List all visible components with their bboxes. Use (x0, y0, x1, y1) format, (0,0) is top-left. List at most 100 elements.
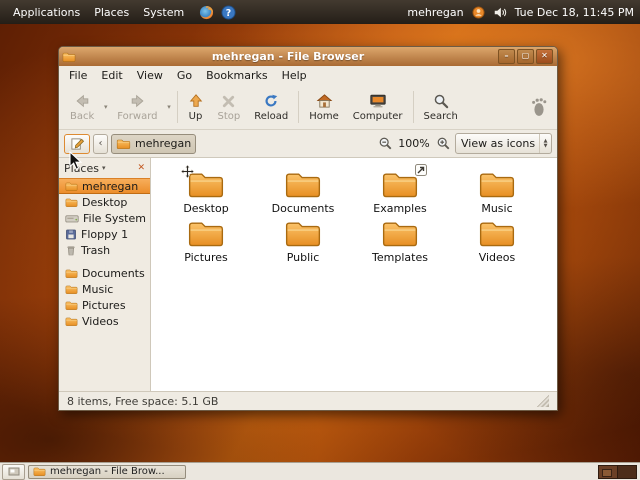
sidebar-label: Videos (82, 314, 119, 328)
places-header-dropdown[interactable]: Places (64, 162, 99, 175)
close-button[interactable]: ✕ (536, 49, 553, 64)
menubar: File Edit View Go Bookmarks Help (59, 66, 557, 85)
up-button[interactable]: Up (181, 86, 211, 128)
dropdown-steppers-icon: ▲ ▼ (539, 134, 551, 153)
sidebar-item-music[interactable]: Music (59, 281, 150, 297)
breadcrumb-mehregan-button[interactable]: mehregan (111, 133, 197, 154)
home-label: Home (309, 111, 339, 122)
search-button[interactable]: Search (417, 86, 465, 128)
resize-grip[interactable] (537, 395, 549, 407)
sidebar-item-documents[interactable]: Documents (59, 265, 150, 281)
workspace-2[interactable] (617, 465, 636, 478)
file-templates[interactable]: Templates (357, 218, 443, 264)
firefox-launcher-icon[interactable] (199, 5, 214, 20)
menu-bookmarks[interactable]: Bookmarks (199, 67, 274, 84)
status-text: 8 items, Free space: 5.1 GB (67, 394, 219, 408)
back-icon (74, 92, 91, 110)
workspace-1[interactable] (599, 465, 617, 478)
forward-dropdown-icon[interactable]: ▾ (165, 86, 174, 128)
show-desktop-button[interactable] (2, 463, 25, 480)
stop-label: Stop (217, 111, 241, 122)
sidebar-label: Music (82, 282, 114, 296)
sidebar-item-videos[interactable]: Videos (59, 313, 150, 329)
zoom-level[interactable]: 100% (397, 137, 431, 150)
file-music[interactable]: Music (454, 169, 540, 215)
file-examples[interactable]: Examples (357, 164, 443, 215)
home-button[interactable]: Home (302, 86, 346, 128)
taskbar-window-button[interactable]: mehregan - File Brow... (28, 464, 186, 479)
menu-system[interactable]: System (136, 3, 191, 22)
file-browser-window: mehregan - File Browser – ▢ ✕ File Edit … (58, 46, 558, 411)
file-label: Pictures (184, 251, 228, 264)
computer-button[interactable]: Computer (346, 86, 410, 128)
gnome-throbber-icon (529, 86, 553, 128)
places-dropdown-arrow-icon[interactable]: ▾ (102, 164, 106, 172)
window-titlebar[interactable]: mehregan - File Browser – ▢ ✕ (59, 47, 557, 66)
sidebar-item-floppy[interactable]: Floppy 1 (59, 226, 150, 242)
sidebar-label: mehregan (82, 179, 139, 193)
file-label: Documents (271, 202, 335, 215)
back-button[interactable]: Back (63, 86, 101, 128)
menu-places[interactable]: Places (87, 3, 136, 22)
back-dropdown-icon[interactable]: ▾ (101, 86, 110, 128)
toolbar-separator (412, 91, 414, 123)
view-mode-dropdown[interactable]: View as icons ▲ ▼ (455, 133, 552, 154)
menu-applications[interactable]: Applications (6, 3, 87, 22)
file-view[interactable]: Desktop Documents Examples Music Picture… (151, 158, 557, 391)
search-icon (433, 92, 449, 110)
up-icon (188, 92, 204, 110)
file-label: Music (481, 202, 513, 215)
menu-go[interactable]: Go (170, 67, 199, 84)
breadcrumb-scroll-left-button[interactable]: ‹ (93, 133, 108, 154)
forward-button[interactable]: Forward (110, 86, 164, 128)
file-pictures[interactable]: Pictures (163, 218, 249, 264)
reload-icon (263, 92, 279, 110)
sidebar-item-desktop[interactable]: Desktop (59, 194, 150, 210)
file-documents[interactable]: Documents (260, 169, 346, 215)
stop-button[interactable]: Stop (211, 86, 248, 128)
reload-button[interactable]: Reload (247, 86, 295, 128)
menu-help[interactable]: Help (275, 67, 314, 84)
user-switcher-label[interactable]: mehregan (407, 6, 463, 19)
menu-view[interactable]: View (130, 67, 170, 84)
volume-icon[interactable] (493, 6, 507, 19)
symlink-emblem-icon (415, 164, 427, 176)
up-label: Up (188, 111, 203, 122)
stop-icon (221, 92, 236, 110)
view-mode-label: View as icons (461, 137, 536, 150)
help-launcher-icon[interactable]: ? (221, 4, 236, 20)
zoom-in-button[interactable] (433, 134, 453, 154)
forward-label: Forward (117, 111, 158, 122)
reload-label: Reload (254, 111, 289, 122)
menu-edit[interactable]: Edit (94, 67, 129, 84)
file-label: Desktop (183, 202, 229, 215)
file-label: Examples (373, 202, 427, 215)
user-switcher-icon[interactable] (472, 5, 485, 19)
sidebar-label: Documents (82, 266, 145, 280)
sidebar-separator (59, 258, 150, 265)
sidebar-close-icon[interactable]: ✕ (137, 163, 145, 173)
places-sidebar: Places ▾ ✕ mehregan Desktop File System (59, 158, 151, 391)
location-edit-toggle-button[interactable] (64, 133, 90, 154)
toolbar-separator (176, 91, 178, 123)
home-icon (316, 92, 333, 110)
sidebar-item-pictures[interactable]: Pictures (59, 297, 150, 313)
sidebar-label: Floppy 1 (81, 227, 129, 241)
maximize-button[interactable]: ▢ (517, 49, 534, 64)
file-public[interactable]: Public (260, 218, 346, 264)
sidebar-item-mehregan[interactable]: mehregan (59, 178, 150, 194)
top-panel: Applications Places System ? mehregan Tu… (0, 0, 640, 24)
clock[interactable]: Tue Dec 18, 11:45 PM (515, 6, 634, 19)
sidebar-label: File System (83, 211, 146, 225)
toolbar-separator (298, 91, 300, 123)
sidebar-item-file-system[interactable]: File System (59, 210, 150, 226)
zoom-out-button[interactable] (375, 134, 395, 154)
minimize-button[interactable]: – (498, 49, 515, 64)
computer-icon (369, 92, 387, 110)
sidebar-item-trash[interactable]: Trash (59, 242, 150, 258)
file-desktop[interactable]: Desktop (163, 165, 249, 215)
move-emblem-icon (181, 165, 194, 178)
file-videos[interactable]: Videos (454, 218, 540, 264)
menu-file[interactable]: File (62, 67, 94, 84)
window-title: mehregan - File Browser (211, 50, 365, 63)
